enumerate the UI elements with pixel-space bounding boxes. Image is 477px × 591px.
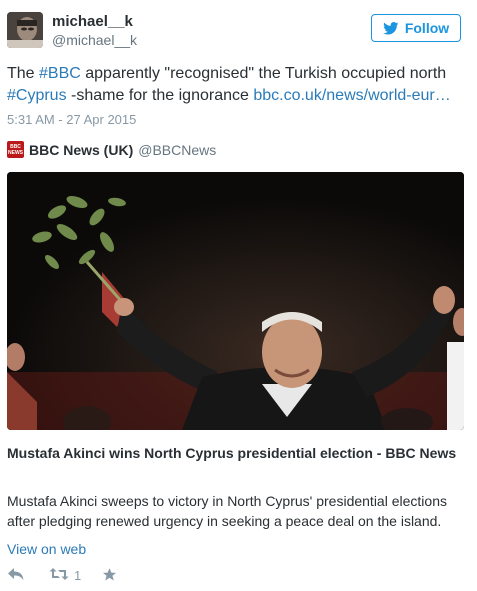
favorite-button[interactable]: [102, 567, 117, 585]
retweet-icon: [49, 567, 69, 584]
view-on-web-link[interactable]: View on web: [7, 541, 86, 557]
reply-button[interactable]: [7, 567, 25, 584]
retweet-count: 1: [74, 568, 82, 583]
retweet-button[interactable]: 1: [49, 567, 81, 584]
tweet-text: The #BBC apparently "recognised" the Tur…: [7, 63, 467, 107]
article-url-link[interactable]: bbc.co.uk/news/world-eur…: [253, 87, 450, 104]
source-name[interactable]: BBC News (UK): [29, 142, 133, 158]
bbc-logo-text: NEWS: [8, 149, 23, 156]
tweet-text-part: -shame for the ignorance: [66, 87, 254, 104]
reply-icon: [7, 567, 25, 584]
user-name[interactable]: michael__k: [52, 13, 133, 30]
avatar[interactable]: [7, 12, 43, 48]
tweet-text-part: apparently "recognised" the Turkish occu…: [80, 65, 447, 82]
star-icon: [102, 567, 117, 585]
card-source[interactable]: BBC NEWS BBC News (UK) @BBCNews: [7, 141, 216, 158]
tweet-card: michael__k @michael__k Follow The #BBC a…: [0, 0, 477, 591]
user-handle[interactable]: @michael__k: [52, 32, 137, 48]
source-handle[interactable]: @BBCNews: [138, 142, 216, 158]
twitter-bird-icon: [382, 21, 399, 35]
tweet-text-part: The: [7, 65, 40, 82]
hashtag-cyprus-link[interactable]: #Cyprus: [7, 87, 67, 104]
follow-button[interactable]: Follow: [371, 14, 461, 42]
article-title[interactable]: Mustafa Akinci wins North Cyprus preside…: [7, 444, 462, 463]
timestamp[interactable]: 5:31 AM - 27 Apr 2015: [7, 112, 136, 127]
bbc-news-logo: BBC NEWS: [7, 141, 24, 158]
article-description: Mustafa Akinci sweeps to victory in Nort…: [7, 493, 447, 529]
article-image[interactable]: [7, 172, 464, 430]
follow-button-label: Follow: [404, 20, 450, 36]
hashtag-bbc-link[interactable]: #BBC: [39, 65, 81, 82]
